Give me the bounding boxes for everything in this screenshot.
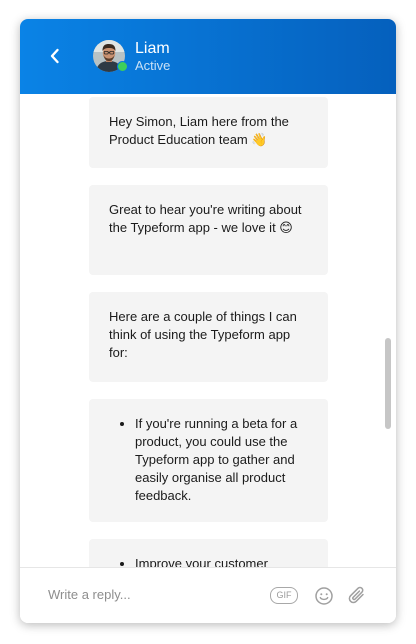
scrollbar-thumb[interactable] [385,338,391,429]
chevron-left-icon [50,48,59,64]
message-bubble: If you're running a beta for a product, … [89,399,328,522]
attach-button[interactable] [347,585,369,607]
chat-widget: Liam Active Hey Simon, Liam here from th… [20,19,396,623]
message-text: Here are a couple of things I can think … [109,309,297,360]
reply-input[interactable] [48,583,248,605]
agent-name: Liam [135,40,170,57]
message-text: Great to hear you're writing about the T… [109,202,302,235]
smiling-face-emoji: 😊 [279,221,293,236]
chat-header: Liam Active [20,19,396,94]
list-item: Improve your customer [135,555,308,567]
emoji-button[interactable] [314,586,334,606]
smiley-icon [315,587,333,605]
scrollbar-track[interactable] [384,94,396,567]
bullet-list: Improve your customer [109,555,308,567]
message-list[interactable]: Hey Simon, Liam here from the Product Ed… [20,94,396,567]
list-item: If you're running a beta for a product, … [135,415,308,505]
message-bubble: Great to hear you're writing about the T… [89,185,328,275]
agent-status: Active [135,58,171,73]
message-bubble: Improve your customer [89,539,328,567]
paperclip-icon [348,586,364,604]
message-bubble: Here are a couple of things I can think … [89,292,328,382]
back-button[interactable] [43,44,67,68]
bullet-list: If you're running a beta for a product, … [109,415,308,505]
gif-button[interactable]: GIF [270,587,298,604]
composer: GIF [20,567,396,623]
message-bubble: Hey Simon, Liam here from the Product Ed… [89,97,328,168]
presence-indicator [117,61,128,72]
waving-hand-emoji: 👋 [251,133,268,148]
